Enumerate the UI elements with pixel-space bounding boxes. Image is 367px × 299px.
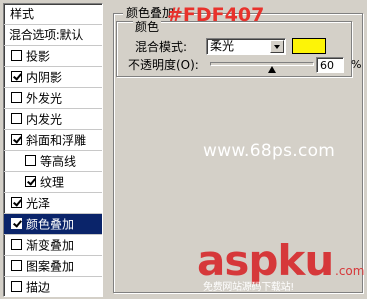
overlay-color-swatch[interactable] — [292, 38, 326, 54]
style-item-label: 内阴影 — [26, 70, 63, 85]
style-checkbox[interactable] — [11, 239, 22, 250]
opacity-slider[interactable] — [210, 62, 314, 66]
style-item[interactable]: 渐变叠加 — [4, 235, 102, 256]
style-checkbox[interactable] — [11, 113, 22, 124]
color-section-title: 颜色 — [133, 20, 162, 34]
style-item-label: 描边 — [26, 280, 51, 295]
style-item[interactable]: 投影 — [4, 46, 102, 67]
style-item-label: 外发光 — [26, 91, 63, 106]
blend-options-item[interactable]: 混合选项:默认 — [4, 25, 102, 46]
style-item-label: 渐变叠加 — [26, 238, 75, 253]
style-item-label: 斜面和浮雕 — [26, 133, 87, 148]
style-item[interactable]: 纹理 — [4, 172, 102, 193]
style-checkbox[interactable] — [25, 176, 36, 187]
site-watermark: www.68ps.com — [203, 141, 336, 161]
hex-annotation: #FDF407 — [167, 4, 265, 26]
style-item[interactable]: 内发光 — [4, 109, 102, 130]
brand-slogan: 免费网站源码下载站! — [203, 282, 295, 293]
opacity-label: 不透明度(O): — [128, 58, 199, 72]
style-item[interactable]: 等高线 — [4, 151, 102, 172]
style-checkbox[interactable] — [25, 155, 36, 166]
opacity-slider-thumb[interactable] — [268, 66, 277, 73]
style-item[interactable]: 描边 — [4, 277, 102, 296]
style-item[interactable]: 斜面和浮雕 — [4, 130, 102, 151]
style-item[interactable]: 图案叠加 — [4, 256, 102, 277]
styles-list: 样式 混合选项:默认 投影内阴影外发光内发光斜面和浮雕等高线纹理光泽颜色叠加渐变… — [3, 3, 103, 297]
style-checkbox[interactable] — [11, 50, 22, 61]
style-item[interactable]: 光泽 — [4, 193, 102, 214]
style-item-label: 内发光 — [26, 112, 63, 127]
style-checkbox[interactable] — [11, 71, 22, 82]
style-checkbox[interactable] — [11, 260, 22, 271]
blend-mode-label: 混合模式: — [135, 40, 188, 54]
brand-logo: aspku — [197, 236, 334, 285]
style-checkbox[interactable] — [11, 218, 22, 229]
style-checkbox[interactable] — [11, 92, 22, 103]
style-item-label: 纹理 — [40, 175, 65, 190]
style-item-label: 图案叠加 — [26, 259, 75, 274]
blend-mode-select[interactable]: 柔光 — [206, 38, 286, 55]
style-item-label: 颜色叠加 — [26, 217, 75, 232]
opacity-unit: % — [351, 58, 362, 71]
blend-mode-value: 柔光 — [210, 39, 235, 53]
style-item-label: 等高线 — [40, 154, 77, 169]
style-checkbox[interactable] — [11, 197, 22, 208]
style-item[interactable]: 外发光 — [4, 88, 102, 109]
brand-logo-suffix: .com — [335, 264, 365, 278]
styles-header[interactable]: 样式 — [4, 4, 102, 25]
style-item[interactable]: 内阴影 — [4, 67, 102, 88]
opacity-input[interactable] — [316, 57, 344, 73]
style-item-label: 投影 — [26, 49, 51, 64]
style-item-label: 光泽 — [26, 196, 51, 211]
style-checkbox[interactable] — [11, 281, 22, 292]
style-item[interactable]: 颜色叠加 — [4, 214, 102, 235]
chevron-down-icon[interactable] — [270, 40, 284, 53]
style-checkbox[interactable] — [11, 134, 22, 145]
